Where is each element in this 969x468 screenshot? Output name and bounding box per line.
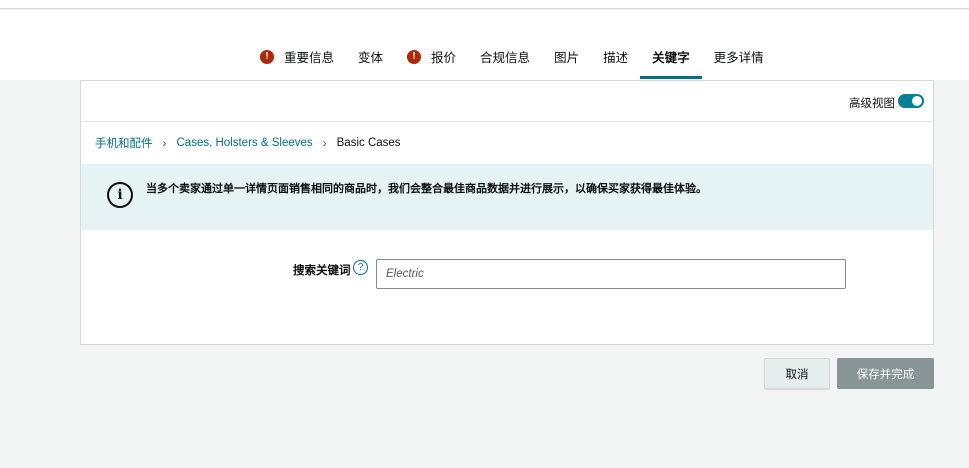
tab-description[interactable]: 描述 <box>603 47 628 66</box>
save-and-finish-button[interactable]: 保存并完成 <box>837 358 934 389</box>
advanced-view-toggle[interactable] <box>898 94 924 108</box>
tab-bar: ! 重要信息 变体 ! 报价 合规信息 图片 描述 关键字 更多详情 <box>0 10 969 80</box>
tab-label: 描述 <box>603 51 629 65</box>
alert-text: 当多个卖家通过单一详情页面销售相同的商品时，我们会整合最佳商品数据并进行展示，以… <box>146 183 707 195</box>
breadcrumb-link-phones[interactable]: 手机和配件 <box>95 135 153 151</box>
breadcrumb-current: Basic Cases <box>336 137 401 149</box>
top-bar <box>0 0 969 9</box>
cancel-button[interactable]: 取消 <box>764 358 830 389</box>
chevron-right-icon: › <box>322 136 327 150</box>
advanced-view-row: 高级视图 <box>81 81 933 122</box>
tab-label: 图片 <box>554 51 580 65</box>
keywords-card: 高级视图 手机和配件 › Cases, Holsters & Sleeves ›… <box>80 80 934 345</box>
tab-more-details[interactable]: 更多详情 <box>714 47 764 66</box>
tab-offer[interactable]: ! 报价 <box>407 47 456 66</box>
tab-label: 重要信息 <box>284 51 335 65</box>
help-icon[interactable]: ? <box>353 260 368 275</box>
tab-label: 合规信息 <box>480 51 531 65</box>
breadcrumb: 手机和配件 › Cases, Holsters & Sleeves › Basi… <box>95 135 401 151</box>
toggle-knob <box>912 96 922 106</box>
tab-label: 关键字 <box>652 51 690 65</box>
info-icon: i <box>107 182 133 208</box>
tab-label: 更多详情 <box>713 51 764 65</box>
error-icon: ! <box>407 49 422 64</box>
tab-important-info[interactable]: ! 重要信息 <box>260 47 334 66</box>
tab-label: 报价 <box>431 51 457 65</box>
tab-variations[interactable]: 变体 <box>358 47 383 66</box>
tab-label: 变体 <box>358 51 384 65</box>
advanced-view-label: 高级视图 <box>849 98 895 110</box>
error-icon: ! <box>260 49 274 64</box>
tab-keywords[interactable]: 关键字 <box>640 47 701 79</box>
search-keywords-label: 搜索关键词 <box>293 265 351 277</box>
info-alert: i 当多个卖家通过单一详情页面销售相同的商品时，我们会整合最佳商品数据并进行展示… <box>81 164 933 230</box>
breadcrumb-link-cases[interactable]: Cases, Holsters & Sleeves <box>177 137 313 149</box>
tab-images[interactable]: 图片 <box>554 47 579 66</box>
tab-compliance[interactable]: 合规信息 <box>480 47 530 66</box>
chevron-right-icon: › <box>162 136 167 150</box>
tab-list: ! 重要信息 变体 ! 报价 合规信息 图片 描述 关键字 更多详情 <box>260 47 788 79</box>
search-keywords-input[interactable] <box>376 259 846 289</box>
